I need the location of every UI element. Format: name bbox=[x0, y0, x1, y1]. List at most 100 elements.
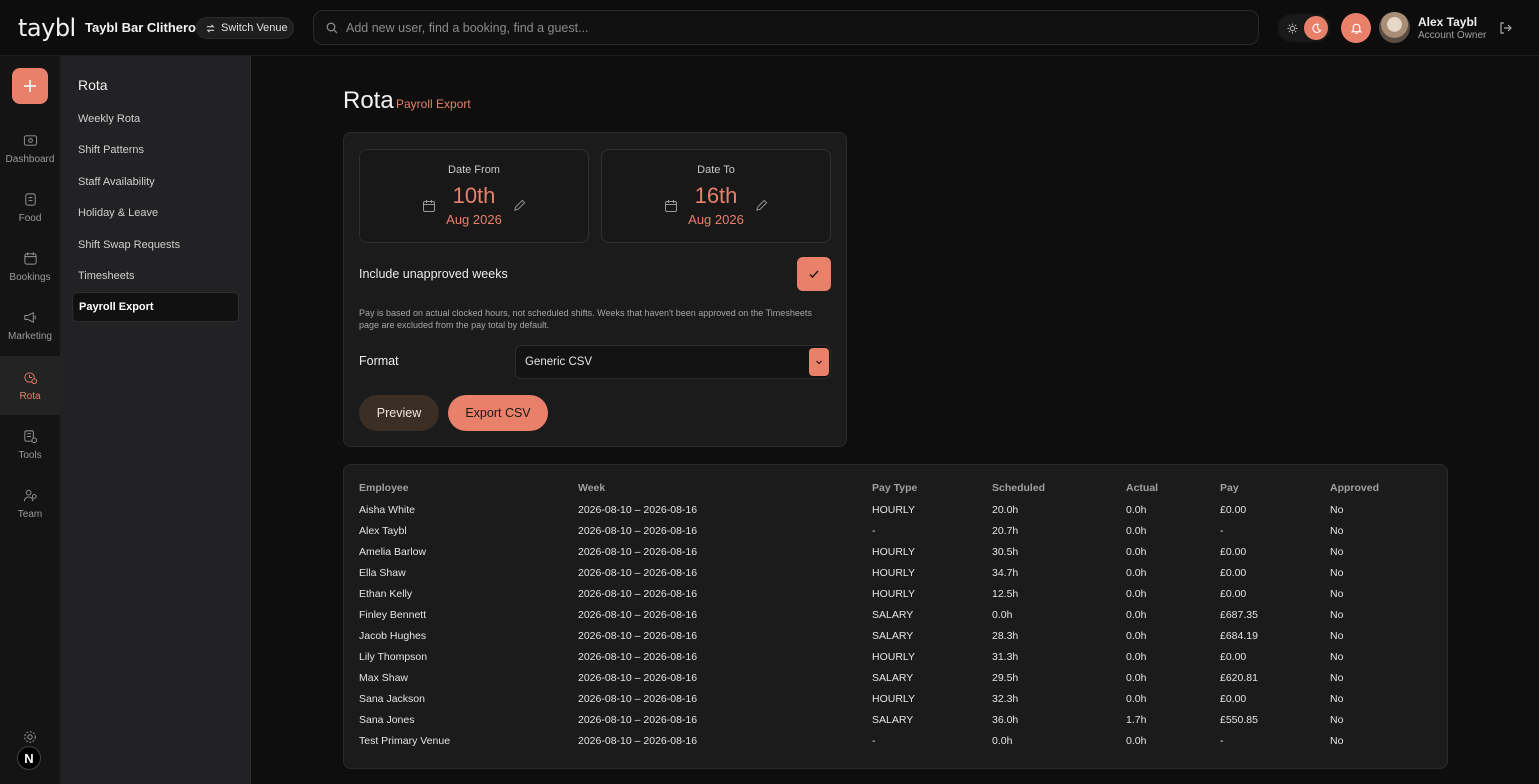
column-header[interactable]: Pay Type bbox=[872, 477, 992, 499]
table-row[interactable]: Aisha White 2026-08-10 – 2026-08-16 HOURLY… bbox=[359, 499, 1439, 520]
subnav-item-shift-patterns[interactable]: Shift Patterns bbox=[72, 135, 239, 165]
column-header[interactable]: Employee bbox=[359, 477, 578, 499]
pencil-icon[interactable] bbox=[755, 199, 768, 212]
table-cell: No bbox=[1330, 545, 1344, 558]
table-row[interactable]: Max Shaw 2026-08-10 – 2026-08-16 SALARY 29.… bbox=[359, 667, 1439, 688]
table-cell: 0.0h bbox=[1126, 671, 1147, 684]
table-row[interactable]: Lily Thompson 2026-08-10 – 2026-08-16 HOUR… bbox=[359, 646, 1439, 667]
table-cell: - bbox=[1220, 524, 1224, 537]
add-button[interactable] bbox=[12, 68, 48, 104]
table-row[interactable]: Sana Jones 2026-08-10 – 2026-08-16 SALARY 3… bbox=[359, 709, 1439, 730]
table-cell: 2026-08-10 – 2026-08-16 bbox=[578, 545, 698, 558]
date-to-picker[interactable]: Date To 16th Aug 2026 bbox=[601, 149, 831, 243]
table-cell: 28.3h bbox=[992, 629, 1019, 642]
table-cell: 0.0h bbox=[1126, 545, 1147, 558]
rail-item-marketing[interactable]: Marketing bbox=[0, 296, 60, 355]
table-row[interactable]: Sana Jackson 2026-08-10 – 2026-08-16 HOURL… bbox=[359, 688, 1439, 709]
megaphone-icon bbox=[23, 311, 36, 323]
table-cell: No bbox=[1330, 713, 1344, 726]
table-cell: 2026-08-10 – 2026-08-16 bbox=[578, 734, 698, 747]
subnav-item-staff-availability[interactable]: Staff Availability bbox=[72, 167, 239, 197]
bell-icon bbox=[1350, 23, 1362, 34]
date-from-label: Date From bbox=[448, 164, 500, 176]
settings-icon[interactable] bbox=[23, 730, 37, 744]
table-cell: 0.0h bbox=[1126, 524, 1147, 537]
column-header[interactable]: Pay bbox=[1220, 477, 1330, 499]
column-header[interactable]: Actual bbox=[1126, 477, 1220, 499]
date-to-label: Date To bbox=[697, 164, 735, 176]
page-title: Rota bbox=[343, 87, 394, 114]
table-cell: No bbox=[1330, 608, 1344, 621]
theme-toggle[interactable] bbox=[1278, 14, 1330, 42]
table-cell: Jacob Hughes bbox=[359, 629, 427, 642]
date-from-day: 10th bbox=[452, 183, 496, 208]
n-badge[interactable]: N bbox=[17, 746, 41, 770]
table-cell: - bbox=[872, 734, 876, 747]
subnav-item-payroll-export[interactable]: Payroll Export bbox=[72, 292, 239, 322]
rail-item-tools[interactable]: Tools bbox=[0, 415, 60, 474]
pencil-icon[interactable] bbox=[513, 199, 526, 212]
icon-rail: Dashboard Food Bookings Marketing Rota T… bbox=[0, 56, 60, 784]
export-form-card: Date From 10th Aug 2026 Date To 16th Aug… bbox=[343, 132, 847, 447]
avatar[interactable] bbox=[1379, 12, 1410, 43]
table-row[interactable]: Alex Taybl 2026-08-10 – 2026-08-16 - 20.7h 0… bbox=[359, 520, 1439, 541]
sun-icon[interactable] bbox=[1280, 16, 1304, 40]
rail-item-rota[interactable]: Rota bbox=[0, 356, 60, 415]
food-icon bbox=[24, 192, 36, 206]
table-row[interactable]: Jacob Hughes 2026-08-10 – 2026-08-16 SALAR… bbox=[359, 625, 1439, 646]
table-row[interactable]: Test Primary Venue 2026-08-10 – 2026-08-1… bbox=[359, 730, 1439, 751]
table-cell: - bbox=[872, 524, 876, 537]
format-label: Format bbox=[359, 354, 399, 368]
table-row[interactable]: Amelia Barlow 2026-08-10 – 2026-08-16 HOUR… bbox=[359, 541, 1439, 562]
rail-item-dashboard[interactable]: Dashboard bbox=[0, 119, 60, 178]
export-csv-button[interactable]: Export CSV bbox=[448, 395, 548, 431]
table-cell: 0.0h bbox=[1126, 650, 1147, 663]
subnav-item-weekly-rota[interactable]: Weekly Rota bbox=[72, 104, 239, 134]
global-search[interactable] bbox=[313, 10, 1259, 45]
date-from-month: Aug 2026 bbox=[446, 212, 502, 227]
date-from-picker[interactable]: Date From 10th Aug 2026 bbox=[359, 149, 589, 243]
switch-venue-button[interactable]: Switch Venue bbox=[196, 17, 294, 39]
table-cell: Finley Bennett bbox=[359, 608, 427, 621]
logout-icon[interactable] bbox=[1498, 20, 1514, 36]
subnav-item-timesheets[interactable]: Timesheets bbox=[72, 261, 239, 291]
rail-item-team[interactable]: Team bbox=[0, 474, 60, 533]
column-header[interactable]: Week bbox=[578, 477, 872, 499]
venue-name: Taybl Bar Clitheroe bbox=[85, 20, 204, 35]
table-cell: 31.3h bbox=[992, 650, 1019, 663]
preview-button[interactable]: Preview bbox=[359, 395, 439, 431]
column-header[interactable]: Approved bbox=[1330, 477, 1439, 499]
table-cell: Sana Jones bbox=[359, 713, 415, 726]
taybl-logo[interactable]: taybl bbox=[18, 14, 76, 42]
plus-icon bbox=[24, 80, 36, 92]
table-cell: No bbox=[1330, 650, 1344, 663]
table-cell: SALARY bbox=[872, 608, 914, 621]
table-cell: 2026-08-10 – 2026-08-16 bbox=[578, 503, 698, 516]
table-cell: SALARY bbox=[872, 671, 914, 684]
subnav-item-holiday-leave[interactable]: Holiday & Leave bbox=[72, 198, 239, 228]
table-cell: 2026-08-10 – 2026-08-16 bbox=[578, 671, 698, 684]
table-row[interactable]: Finley Bennett 2026-08-10 – 2026-08-16 SAL… bbox=[359, 604, 1439, 625]
switch-icon bbox=[206, 23, 215, 33]
table-cell: 20.0h bbox=[992, 503, 1019, 516]
table-cell: £687.35 bbox=[1220, 608, 1258, 621]
table-header-row: Employee Week Pay Type Scheduled Actual … bbox=[359, 477, 1439, 499]
format-select[interactable]: Generic CSV bbox=[515, 345, 831, 379]
table-cell: 2026-08-10 – 2026-08-16 bbox=[578, 524, 698, 537]
table-cell: 0.0h bbox=[1126, 608, 1147, 621]
table-cell: £0.00 bbox=[1220, 587, 1247, 600]
rail-item-food[interactable]: Food bbox=[0, 178, 60, 237]
table-cell: - bbox=[1220, 734, 1224, 747]
rail-label: Bookings bbox=[9, 271, 51, 283]
rail-item-bookings[interactable]: Bookings bbox=[0, 237, 60, 296]
notifications-button[interactable] bbox=[1341, 13, 1371, 43]
include-unapproved-checkbox[interactable] bbox=[797, 257, 831, 291]
column-header[interactable]: Scheduled bbox=[992, 477, 1126, 499]
search-input[interactable] bbox=[346, 20, 1226, 35]
chevron-down-icon[interactable] bbox=[809, 348, 829, 376]
moon-icon[interactable] bbox=[1304, 16, 1328, 40]
subnav-item-shift-swap-requests[interactable]: Shift Swap Requests bbox=[72, 230, 239, 260]
table-row[interactable]: Ella Shaw 2026-08-10 – 2026-08-16 HOURLY 34… bbox=[359, 562, 1439, 583]
table-row[interactable]: Ethan Kelly 2026-08-10 – 2026-08-16 HOURLY… bbox=[359, 583, 1439, 604]
table-cell: £0.00 bbox=[1220, 503, 1247, 516]
